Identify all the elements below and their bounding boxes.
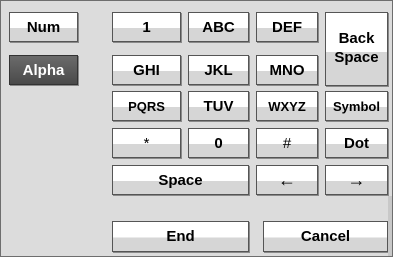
key-def[interactable]: DEF <box>256 12 318 42</box>
space-button[interactable]: Space <box>112 165 249 195</box>
cursor-left-button[interactable]: ← <box>256 165 318 195</box>
key-abc[interactable]: ABC <box>188 12 249 42</box>
key-dot[interactable]: Dot <box>325 128 388 158</box>
left-arrow-icon: ← <box>278 170 296 190</box>
key-symbol[interactable]: Symbol <box>325 91 388 121</box>
panel-edge-shadow <box>388 196 392 256</box>
key-1[interactable]: 1 <box>112 12 181 42</box>
cursor-right-button[interactable]: → <box>325 165 388 195</box>
key-0[interactable]: 0 <box>188 128 249 158</box>
cancel-button[interactable]: Cancel <box>263 221 388 252</box>
key-mno[interactable]: MNO <box>256 55 318 85</box>
key-jkl[interactable]: JKL <box>188 55 249 85</box>
key-ghi[interactable]: GHI <box>112 55 181 85</box>
right-arrow-icon: → <box>347 170 366 190</box>
backspace-label-line1: Back <box>338 30 375 48</box>
backspace-button[interactable]: Back Space <box>325 12 388 86</box>
alpha-mode-button[interactable]: Alpha <box>9 55 78 85</box>
key-wxyz[interactable]: WXYZ <box>256 91 318 121</box>
key-hash[interactable]: # <box>256 128 318 158</box>
key-asterisk[interactable]: * <box>112 128 181 158</box>
end-button[interactable]: End <box>112 221 249 252</box>
key-pqrs[interactable]: PQRS <box>112 91 181 121</box>
backspace-label-line2: Space <box>334 49 379 66</box>
key-tuv[interactable]: TUV <box>188 91 249 121</box>
keypad-panel: Num Alpha 1 ABC DEF Back Space GHI JKL M… <box>0 0 393 257</box>
num-mode-button[interactable]: Num <box>9 12 78 42</box>
